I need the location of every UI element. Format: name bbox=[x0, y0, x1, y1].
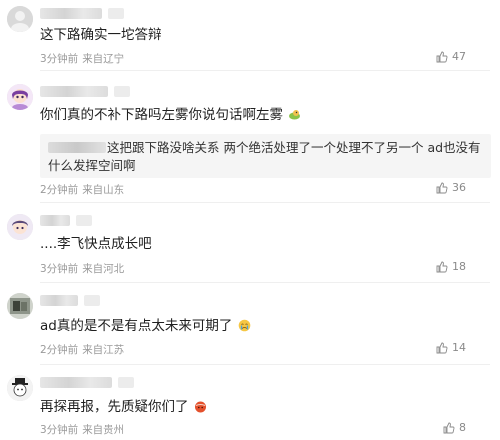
comment-time: 3分钟前 bbox=[40, 424, 79, 436]
like-button[interactable]: 47 bbox=[436, 50, 466, 63]
comment-item-1: 这下路确实一坨答辩 3分钟前 来自辽宁 47 bbox=[0, 0, 500, 71]
avatar[interactable] bbox=[7, 293, 33, 319]
comment-text-content: ad真的是不是有点太未来可期了 bbox=[40, 318, 233, 334]
like-count: 14 bbox=[452, 341, 466, 354]
comment-location: 来自河北 bbox=[82, 263, 125, 275]
thumbs-up-icon bbox=[436, 261, 448, 272]
comment-time: 3分钟前 bbox=[40, 263, 79, 275]
comment-item-2: 你们真的不补下路吗左雾你说句话啊左雾 这把跟下路没啥关系 两个绝活处理了一个处理… bbox=[0, 72, 500, 203]
like-count: 47 bbox=[452, 50, 466, 63]
comment-text: ad真的是不是有点太未来可期了 bbox=[40, 317, 251, 335]
avatar[interactable] bbox=[7, 6, 33, 32]
username-blurred[interactable] bbox=[40, 215, 92, 226]
like-button[interactable]: 8 bbox=[443, 421, 466, 434]
comment-location: 来自贵州 bbox=[82, 424, 125, 436]
thumbs-up-icon bbox=[436, 342, 448, 353]
username-blurred[interactable] bbox=[40, 8, 124, 19]
thumbs-up-icon bbox=[436, 182, 448, 193]
like-count: 8 bbox=[459, 421, 466, 434]
thumbs-up-icon bbox=[436, 51, 448, 62]
avatar[interactable] bbox=[7, 84, 33, 110]
comment-item-3: ....李飞快点成长吧 3分钟前 来自河北 18 bbox=[0, 204, 500, 283]
crying-face-icon bbox=[238, 319, 250, 332]
comment-time: 2分钟前 bbox=[40, 184, 79, 196]
comment-meta: 3分钟前 来自贵州 bbox=[40, 422, 124, 437]
like-count: 18 bbox=[452, 260, 466, 273]
comment-time: 2分钟前 bbox=[40, 344, 79, 356]
comment-text: ....李飞快点成长吧 bbox=[40, 236, 152, 252]
reply-username-blurred bbox=[48, 142, 106, 153]
avatar[interactable] bbox=[7, 214, 33, 240]
comment-item-4: ad真的是不是有点太未来可期了 2分钟前 来自江苏 14 bbox=[0, 284, 500, 365]
like-button[interactable]: 18 bbox=[436, 260, 466, 273]
comment-item-5: 再探再报，先质疑你们了 3分钟前 来自贵州 8 bbox=[0, 366, 500, 440]
red-ball-icon bbox=[194, 401, 206, 413]
comment-text-content: 你们真的不补下路吗左雾你说句话啊左雾 bbox=[40, 107, 283, 123]
avatar[interactable] bbox=[7, 375, 33, 401]
comment-location: 来自辽宁 bbox=[82, 53, 125, 65]
username-blurred[interactable] bbox=[40, 377, 134, 388]
comment-text: 再探再报，先质疑你们了 bbox=[40, 398, 207, 416]
username-blurred[interactable] bbox=[40, 295, 100, 306]
comment-text-content: 再探再报，先质疑你们了 bbox=[40, 399, 189, 415]
thumbs-up-icon bbox=[443, 422, 455, 433]
comment-time: 3分钟前 bbox=[40, 53, 79, 65]
comment-meta: 2分钟前 来自山东 bbox=[40, 182, 124, 197]
comment-location: 来自山东 bbox=[82, 184, 125, 196]
like-button[interactable]: 14 bbox=[436, 341, 466, 354]
comment-meta: 2分钟前 来自江苏 bbox=[40, 342, 124, 357]
username-blurred[interactable] bbox=[40, 86, 130, 97]
divider bbox=[40, 70, 490, 71]
reply-text: 这把跟下路没啥关系 两个绝活处理了一个处理不了另一个 ad也没有什么发挥空间啊 bbox=[48, 140, 481, 173]
emoji-icon bbox=[289, 110, 301, 120]
comment-meta: 3分钟前 来自河北 bbox=[40, 261, 124, 276]
like-count: 36 bbox=[452, 181, 466, 194]
comment-text: 你们真的不补下路吗左雾你说句话啊左雾 bbox=[40, 106, 301, 124]
divider bbox=[40, 364, 490, 365]
comment-meta: 3分钟前 来自辽宁 bbox=[40, 51, 124, 66]
like-button[interactable]: 36 bbox=[436, 181, 466, 194]
comment-text: 这下路确实一坨答辩 bbox=[40, 27, 162, 43]
divider bbox=[40, 202, 490, 203]
comment-location: 来自江苏 bbox=[82, 344, 125, 356]
reply-quote[interactable]: 这把跟下路没啥关系 两个绝活处理了一个处理不了另一个 ad也没有什么发挥空间啊 bbox=[40, 134, 491, 178]
divider bbox=[40, 282, 490, 283]
